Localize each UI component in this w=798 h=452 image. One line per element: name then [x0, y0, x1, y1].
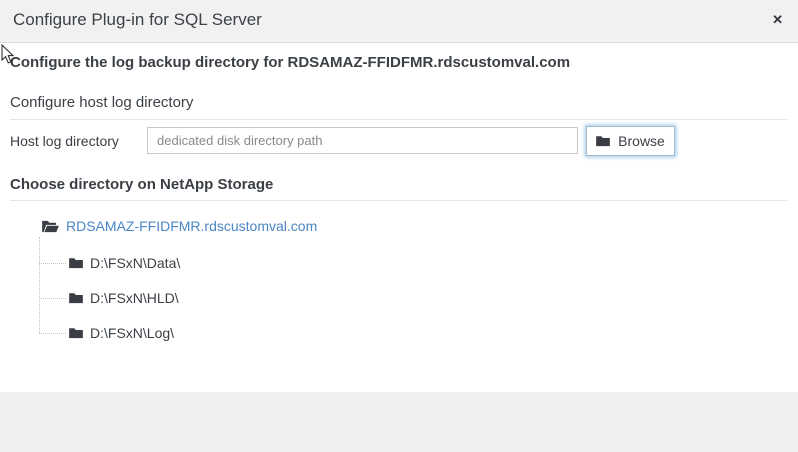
- tree-node-hld[interactable]: D:\FSxN\HLD\: [69, 289, 179, 307]
- folder-icon: [596, 135, 611, 147]
- host-log-directory-input[interactable]: [147, 127, 578, 154]
- folder-icon: [69, 257, 83, 269]
- dialog-title: Configure Plug-in for SQL Server: [13, 10, 262, 29]
- configure-plugin-dialog: Configure Plug-in for SQL Server ✕ Confi…: [0, 0, 798, 452]
- log-backup-heading: Configure the log backup directory for R…: [10, 54, 571, 71]
- tree-guide-line: [39, 237, 40, 333]
- section-divider: [10, 200, 788, 201]
- tree-guide-line: [39, 298, 66, 299]
- tree-node-log[interactable]: D:\FSxN\Log\: [69, 324, 174, 342]
- dialog-footer: Save Close: [0, 392, 798, 452]
- tree-root-node[interactable]: RDSAMAZ-FFIDFMR.rdscustomval.com: [42, 216, 317, 236]
- tree-guide-line: [39, 333, 66, 334]
- storage-section-heading: Choose directory on NetApp Storage: [10, 176, 274, 193]
- close-icon[interactable]: ✕: [772, 10, 783, 30]
- tree-guide-line: [39, 263, 66, 264]
- host-log-directory-label: Host log directory: [10, 133, 119, 149]
- tree-root-label: RDSAMAZ-FFIDFMR.rdscustomval.com: [66, 218, 318, 234]
- section-divider: [10, 119, 788, 120]
- tree-node-data[interactable]: D:\FSxN\Data\: [69, 254, 180, 272]
- tree-node-label: D:\FSxN\Log\: [90, 325, 175, 341]
- browse-button[interactable]: Browse: [586, 126, 675, 156]
- tree-node-label: D:\FSxN\HLD\: [90, 290, 179, 306]
- tree-node-label: D:\FSxN\Data\: [90, 255, 181, 271]
- folder-icon: [69, 292, 83, 304]
- folder-open-icon: [42, 220, 59, 233]
- host-log-section-heading: Configure host log directory: [10, 94, 194, 111]
- browse-button-label: Browse: [618, 133, 665, 149]
- dialog-header: Configure Plug-in for SQL Server ✕: [0, 0, 798, 43]
- folder-icon: [69, 327, 83, 339]
